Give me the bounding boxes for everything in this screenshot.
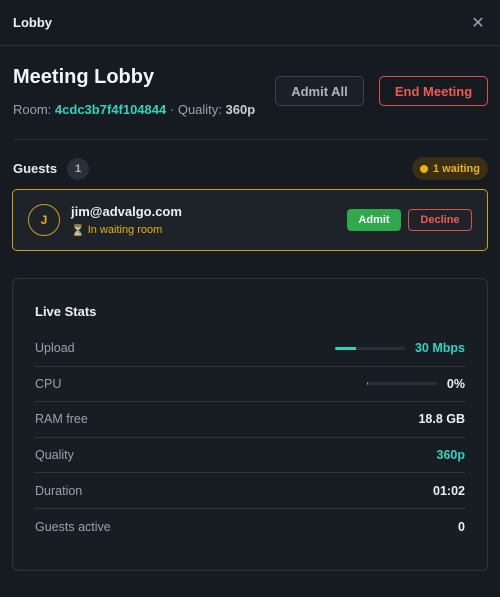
stat-row-cpu: CPU 0%	[35, 367, 465, 403]
stat-value: 360p	[436, 448, 466, 463]
page-title: Meeting Lobby	[13, 66, 155, 88]
room-line: Room: 4cdc3b7f4f104844 · Quality: 360p	[13, 102, 255, 117]
stat-label: CPU	[35, 376, 62, 391]
guests-count-badge: 1	[67, 157, 90, 180]
guest-status-label: In waiting room	[87, 224, 163, 236]
stat-value: 30 Mbps	[414, 341, 465, 356]
cpu-bar-fill	[366, 382, 368, 386]
hourglass-icon: ⏳	[71, 224, 85, 237]
stat-value: 0	[458, 519, 465, 534]
stat-label: Duration	[35, 483, 83, 498]
end-meeting-button[interactable]: End Meeting	[379, 76, 488, 106]
title-bar: Lobby ✕	[0, 0, 500, 46]
stat-value: 01:02	[433, 483, 465, 498]
guest-email: jim@advalgo.com	[71, 203, 182, 219]
guest-card: J jim@advalgo.com ⏳ In waiting room Admi…	[12, 189, 488, 251]
quality-label: Quality:	[177, 102, 222, 117]
avatar: J	[28, 204, 60, 236]
separator: ·	[169, 102, 175, 117]
close-icon[interactable]: ✕	[469, 14, 487, 32]
stat-row-ram: RAM free 18.8 GB	[35, 402, 465, 438]
stat-row-duration: Duration 01:02	[35, 473, 465, 509]
stat-value-wrap: 0%	[366, 376, 465, 391]
guest-status: ⏳ In waiting room	[71, 224, 347, 237]
guests-title: Guests 1	[13, 157, 90, 180]
header-actions: Admit All End Meeting	[275, 76, 488, 117]
lobby-header: Meeting Lobby Room: 4cdc3b7f4f104844 · Q…	[13, 64, 488, 117]
waiting-badge: 1 waiting	[411, 157, 488, 180]
live-stats-panel: Live Stats Upload 30 Mbps CPU 0% RAM fre…	[12, 278, 488, 571]
stat-row-quality: Quality 360p	[35, 438, 465, 474]
stat-value: 18.8 GB	[418, 412, 465, 427]
waiting-badge-label: 1 waiting	[432, 162, 480, 175]
upload-bar	[334, 346, 405, 350]
room-label: Room:	[13, 102, 52, 117]
window-title: Lobby	[13, 15, 52, 30]
decline-button[interactable]: Decline	[408, 209, 472, 231]
admit-all-button[interactable]: Admit All	[275, 76, 364, 106]
stat-value: 0%	[446, 376, 465, 391]
stat-label: Upload	[35, 341, 75, 356]
stat-label: Quality	[35, 448, 74, 463]
stat-label: RAM free	[35, 412, 88, 427]
cpu-bar	[366, 382, 437, 386]
upload-bar-fill	[334, 346, 356, 350]
admit-button[interactable]: Admit	[347, 209, 401, 231]
guest-info: jim@advalgo.com ⏳ In waiting room	[71, 204, 347, 237]
status-dot-icon	[419, 164, 428, 173]
stat-value-wrap: 30 Mbps	[334, 341, 465, 356]
room-code: 4cdc3b7f4f104844	[54, 102, 167, 117]
guests-header: Guests 1 1 waiting	[13, 157, 488, 180]
guest-actions: Admit Decline	[347, 209, 472, 231]
stat-row-upload: Upload 30 Mbps	[35, 331, 465, 367]
stat-label: Guests active	[35, 519, 111, 534]
divider	[13, 139, 488, 140]
guests-label: Guests	[13, 161, 58, 176]
stat-row-guests-active: Guests active 0	[35, 509, 465, 545]
header-info: Meeting Lobby Room: 4cdc3b7f4f104844 · Q…	[13, 64, 255, 117]
live-stats-title: Live Stats	[35, 304, 97, 319]
quality-value: 360p	[225, 102, 256, 117]
